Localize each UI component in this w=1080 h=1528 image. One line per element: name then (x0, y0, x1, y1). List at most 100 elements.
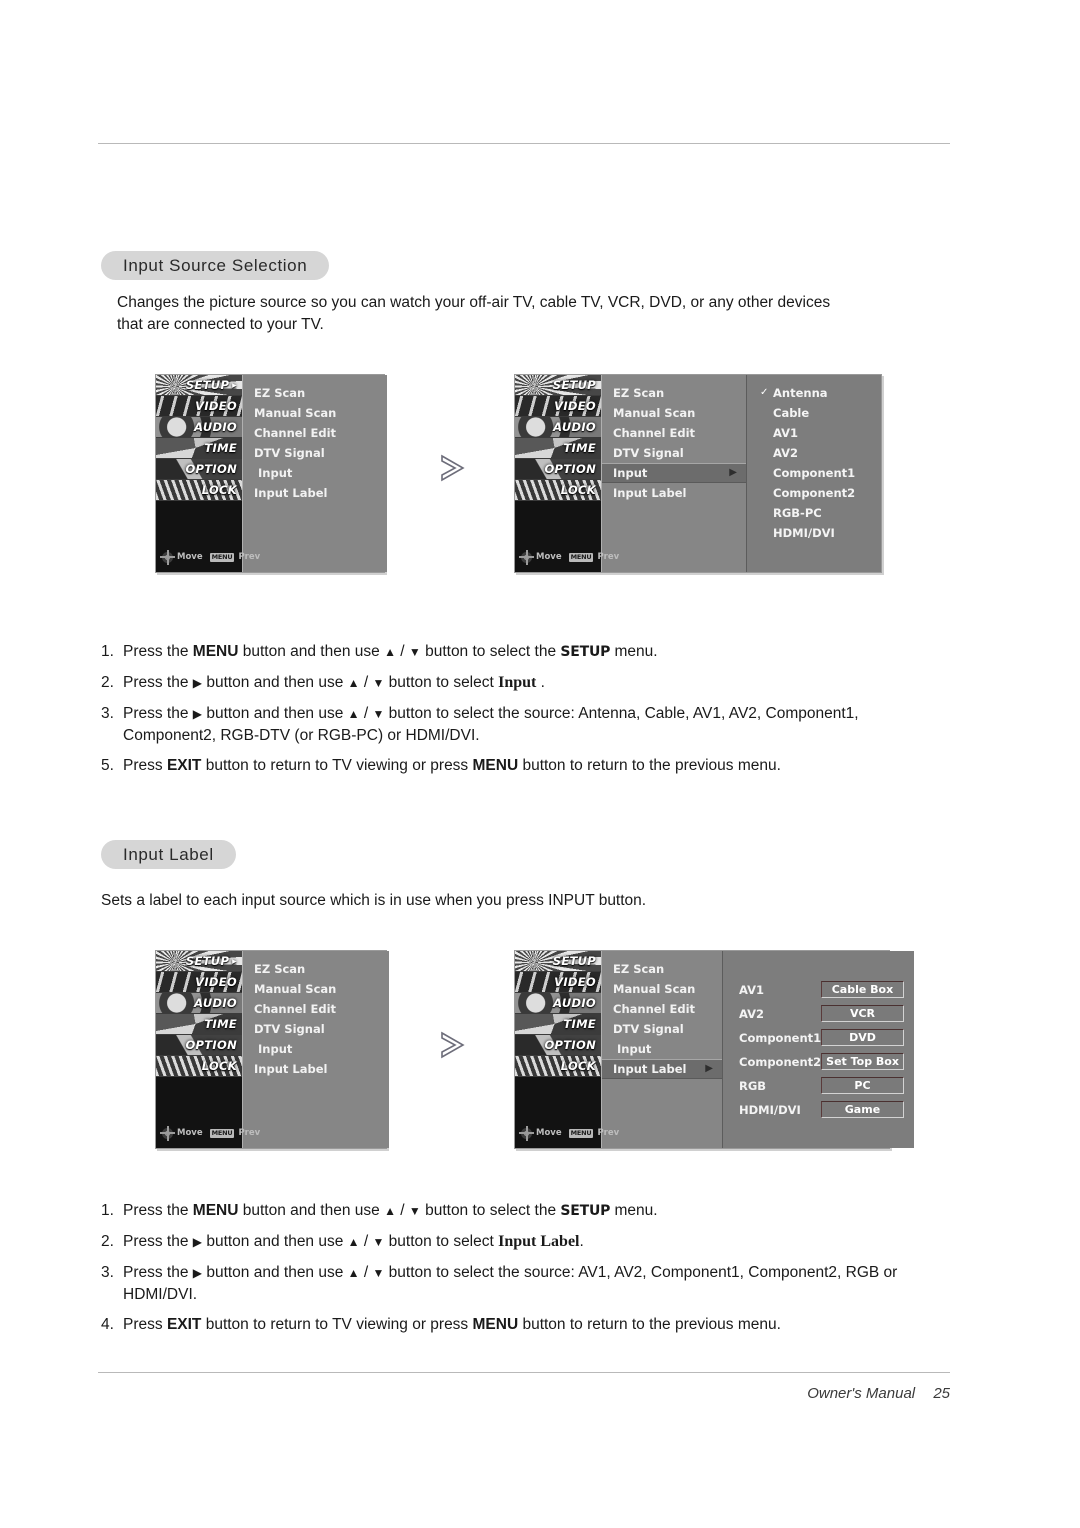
osd-menu-item-channel-edit[interactable]: Channel Edit (602, 999, 722, 1019)
osd-menu-item-ez-scan[interactable]: EZ Scan (602, 383, 746, 403)
osd-sidebar-item-audio[interactable]: AUDIO (156, 993, 242, 1014)
osd-input-label-value[interactable]: Set Top Box (821, 1053, 904, 1070)
step-number: 3. (101, 1264, 114, 1281)
osd-input-label-value[interactable]: VCR (821, 1005, 904, 1022)
osd-input-label-value[interactable]: PC (821, 1077, 904, 1094)
osd-sidebar-item-option[interactable]: OPTION (156, 459, 242, 480)
osd-menu-item-input[interactable]: Input (243, 1039, 389, 1059)
osd-menu-item-channel-edit[interactable]: Channel Edit (243, 423, 387, 443)
osd-sidebar-item-time[interactable]: TIME (156, 438, 242, 459)
osd-source-option-hdmi-dvi[interactable]: HDMI/DVI (747, 523, 881, 543)
osd-menu-item-manual-scan[interactable]: Manual Scan (602, 979, 722, 999)
osd-menu-item-input-label[interactable]: Input Label (243, 1059, 389, 1079)
osd-menu-list: EZ Scan Manual Scan Channel Edit DTV Sig… (242, 375, 387, 572)
osd-menu-item-input-label[interactable]: Input Label ▶ (602, 1059, 722, 1079)
osd-source-option-component1[interactable]: Component1 (747, 463, 881, 483)
osd-input-label-value[interactable]: Game (821, 1101, 904, 1118)
osd-sidebar-item-setup[interactable]: SETUP (515, 951, 601, 972)
osd-sidebar-item-video[interactable]: VIDEO (156, 972, 242, 993)
osd-mockup-input-sources: SETUP VIDEO AUDIO TIME OPTION LOCK Move … (514, 374, 882, 573)
osd-sidebar-item-lock[interactable]: LOCK (515, 1056, 601, 1077)
osd-input-label-value[interactable]: Cable Box (821, 981, 904, 998)
osd-sidebar-item-video[interactable]: VIDEO (515, 396, 601, 417)
osd-input-label-value[interactable]: DVD (821, 1029, 904, 1046)
osd-menu-item-ez-scan[interactable]: EZ Scan (243, 959, 389, 979)
osd-menu-item-channel-edit[interactable]: Channel Edit (602, 423, 746, 443)
osd-source-option-component2[interactable]: Component2 (747, 483, 881, 503)
osd-source-options: ✓ Antenna Cable AV1 AV2 Component1 Compo… (746, 375, 881, 572)
step-text: Press the MENU button and then use ▲ / ▼… (123, 1202, 658, 1219)
osd-menu-item-dtv-signal[interactable]: DTV Signal (602, 443, 746, 463)
step-item: 2. Press the ▶ button and then use ▲ / ▼… (101, 1231, 931, 1253)
osd-sidebar-item-lock[interactable]: LOCK (156, 480, 242, 501)
osd-sidebar-item-time[interactable]: TIME (156, 1014, 242, 1035)
osd-source-option-cable[interactable]: Cable (747, 403, 881, 423)
osd-sidebar-label: TIME (204, 441, 237, 455)
osd-input-label-source: Component2 (739, 1054, 822, 1069)
osd-sidebar-item-option[interactable]: OPTION (515, 1035, 601, 1056)
step-item: 1. Press the MENU button and then use ▲ … (101, 641, 931, 663)
osd-sidebar-item-setup[interactable]: SETUP (156, 375, 242, 396)
osd-sidebar-label: AUDIO (194, 420, 237, 434)
osd-source-option-label: Component1 (773, 466, 856, 480)
osd-sidebar-spacer (515, 501, 601, 542)
osd-sidebar-item-option[interactable]: OPTION (156, 1035, 242, 1056)
osd-sidebar-item-audio[interactable]: AUDIO (515, 417, 601, 438)
osd-sidebar-item-option[interactable]: OPTION (515, 459, 601, 480)
step-text: Press the ▶ button and then use ▲ / ▼ bu… (123, 674, 545, 691)
osd-move-hint: Move (536, 552, 562, 562)
osd-sidebar-item-audio[interactable]: AUDIO (156, 417, 242, 438)
osd-menu-item-manual-scan[interactable]: Manual Scan (243, 403, 387, 423)
dpad-icon (519, 549, 534, 565)
osd-menu-item-dtv-signal[interactable]: DTV Signal (602, 1019, 722, 1039)
osd-sidebar-label: SETUP (552, 378, 596, 392)
steps-list-input-label: 1. Press the MENU button and then use ▲ … (101, 1200, 931, 1344)
osd-sidebar-item-setup[interactable]: SETUP (156, 951, 242, 972)
section-description-input-source: Changes the picture source so you can wa… (117, 294, 831, 333)
osd-sidebar-label: LOCK (560, 1059, 596, 1073)
osd-menu-item-input-label[interactable]: Input Label (243, 483, 387, 503)
step-text: Press EXIT button to return to TV viewin… (123, 757, 781, 774)
osd-sidebar: SETUP VIDEO AUDIO TIME OPTION LOCK (156, 375, 260, 572)
osd-sidebar-spacer (156, 501, 242, 542)
osd-sidebar-item-lock[interactable]: LOCK (156, 1056, 242, 1077)
osd-input-label-source: Component1 (739, 1030, 822, 1045)
osd-sidebar-item-video[interactable]: VIDEO (156, 396, 242, 417)
osd-sidebar-label: OPTION (185, 462, 237, 476)
osd-sidebar-label: AUDIO (553, 996, 596, 1010)
osd-menu-item-channel-edit[interactable]: Channel Edit (243, 999, 389, 1019)
osd-sidebar-item-video[interactable]: VIDEO (515, 972, 601, 993)
chevron-right-icon: ▶ (729, 467, 737, 478)
osd-sidebar-item-setup[interactable]: SETUP (515, 375, 601, 396)
osd-input-label-source: AV1 (739, 982, 765, 997)
step-number: 3. (101, 705, 114, 722)
osd-sidebar-item-lock[interactable]: LOCK (515, 480, 601, 501)
osd-prev-hint: Prev (238, 552, 261, 562)
osd-menu-item-input[interactable]: Input ▶ (602, 463, 746, 483)
osd-menu-item-input-label[interactable]: Input Label (602, 483, 746, 503)
flow-arrow-icon-2 (432, 1025, 472, 1065)
osd-menu-item-ez-scan[interactable]: EZ Scan (243, 383, 387, 403)
osd-hint-bar: Move MENU Prev (515, 1118, 619, 1148)
osd-sidebar-item-time[interactable]: TIME (515, 438, 601, 459)
osd-menu-item-dtv-signal[interactable]: DTV Signal (243, 1019, 389, 1039)
osd-menu-item-ez-scan[interactable]: EZ Scan (602, 959, 722, 979)
osd-menu-item-manual-scan[interactable]: Manual Scan (243, 979, 389, 999)
osd-menu-item-dtv-signal[interactable]: DTV Signal (243, 443, 387, 463)
osd-sidebar-item-time[interactable]: TIME (515, 1014, 601, 1035)
osd-source-option-antenna[interactable]: ✓ Antenna (747, 383, 881, 403)
osd-menu-item-manual-scan[interactable]: Manual Scan (602, 403, 746, 423)
osd-menu-item-input[interactable]: Input (602, 1039, 722, 1059)
osd-menu-item-input[interactable]: Input (243, 463, 387, 483)
osd-source-option-av1[interactable]: AV1 (747, 423, 881, 443)
osd-sidebar-item-audio[interactable]: AUDIO (515, 993, 601, 1014)
osd-source-option-av2[interactable]: AV2 (747, 443, 881, 463)
osd-source-option-rgb-pc[interactable]: RGB-PC (747, 503, 881, 523)
section-heading-input-label: Input Label (101, 840, 236, 869)
osd-sidebar-label: OPTION (544, 462, 596, 476)
osd-sidebar-label: VIDEO (554, 975, 596, 989)
osd-sidebar-label: SETUP (552, 954, 596, 968)
osd-prev-hint: Prev (238, 1128, 261, 1138)
osd-input-label-source: RGB (739, 1078, 767, 1093)
menu-key-icon: MENU (209, 552, 235, 562)
